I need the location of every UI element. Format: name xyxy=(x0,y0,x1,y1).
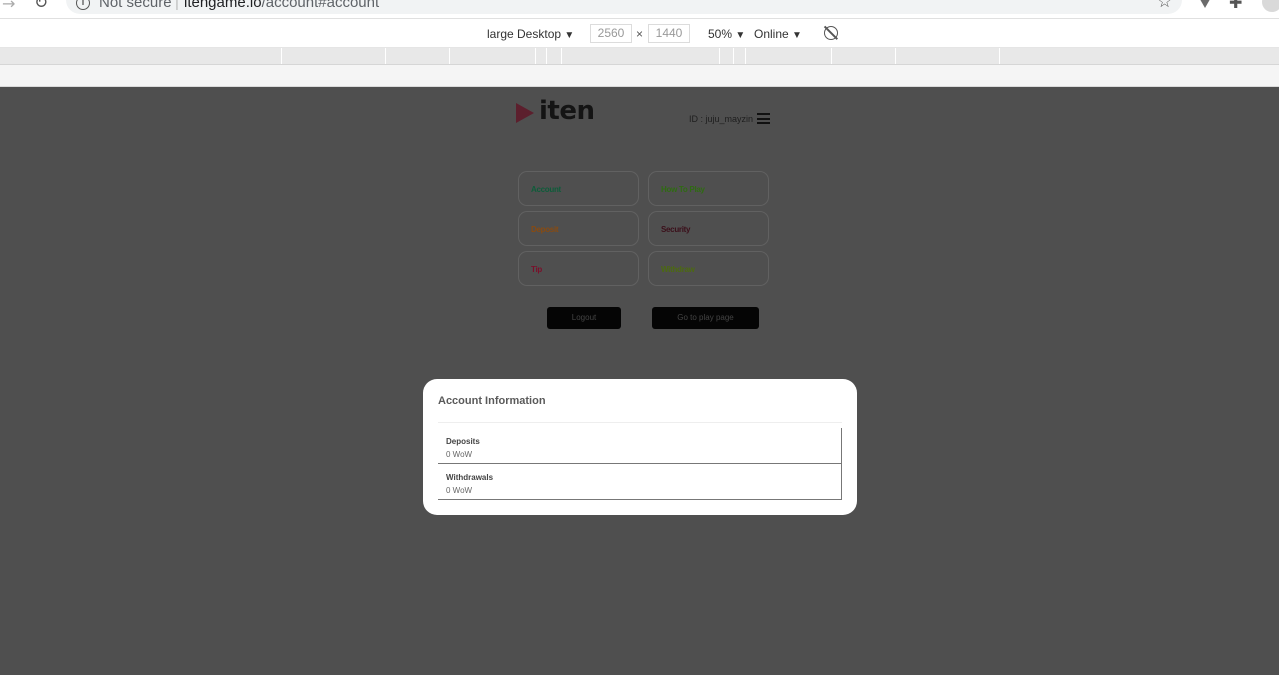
device-label: large Desktop xyxy=(487,27,562,41)
device-select[interactable]: large Desktop ▼ xyxy=(487,27,574,41)
tip-button[interactable]: Tip xyxy=(518,251,639,286)
ruler-divider xyxy=(449,48,450,64)
zoom-label: 50% xyxy=(708,27,733,41)
browser-toolbar: → ↻ i Not secure | itengame.io/account#a… xyxy=(0,0,1279,18)
go-to-play-button[interactable]: Go to play page xyxy=(652,307,759,329)
security-button[interactable]: Security xyxy=(648,211,769,246)
ruler-divider xyxy=(385,48,386,64)
url-separator: | xyxy=(175,0,179,11)
tip-label: Tip xyxy=(531,265,542,274)
bookmark-star-icon[interactable]: ☆ xyxy=(1157,0,1172,12)
ruler-divider xyxy=(561,48,562,64)
chevron-down-icon: ▼ xyxy=(792,30,802,41)
security-label: Not secure xyxy=(99,0,172,11)
account-label: Account xyxy=(531,185,561,194)
logo-text: iten xyxy=(539,96,595,126)
ruler-divider xyxy=(281,48,282,64)
ruler-divider xyxy=(719,48,720,64)
user-id-label: ID : juju_mayzin xyxy=(689,114,754,124)
how-to-play-button[interactable]: How To Play xyxy=(648,171,769,206)
pixel-ruler xyxy=(0,65,1279,87)
times-sign: × xyxy=(636,27,644,41)
back-arrow-icon[interactable]: → xyxy=(2,0,15,13)
deposits-label: Deposits xyxy=(446,437,480,446)
height-input[interactable]: 1440 xyxy=(648,24,690,43)
deposits-row: Deposits 0 WoW xyxy=(438,428,842,464)
media-query-bar[interactable] xyxy=(0,48,1279,65)
rotate-disabled-icon[interactable] xyxy=(824,26,838,40)
account-info-modal: Account Information Deposits 0 WoW Withd… xyxy=(423,379,857,515)
deposit-label: Deposit xyxy=(531,225,559,234)
withdrawals-label: Withdrawals xyxy=(446,473,494,482)
network-label: Online xyxy=(754,27,789,41)
ruler-divider xyxy=(999,48,1000,64)
deposits-value: 0 WoW xyxy=(446,450,473,459)
url-path: /account#account xyxy=(261,0,380,11)
ruler-divider xyxy=(546,48,547,64)
logout-button[interactable]: Logout xyxy=(547,307,621,329)
play-logo-icon xyxy=(516,103,534,123)
network-select[interactable]: Online ▼ xyxy=(754,27,802,41)
device-toolbar: large Desktop ▼ 2560 × 1440 50% ▼ Online… xyxy=(0,18,1279,48)
modal-title: Account Information xyxy=(438,395,546,407)
ruler-divider xyxy=(535,48,536,64)
withdrawals-row: Withdrawals 0 WoW xyxy=(438,464,842,500)
profile-avatar[interactable] xyxy=(1262,0,1279,12)
url-text[interactable]: itengame.io/account#account xyxy=(184,0,379,11)
modal-divider xyxy=(438,422,842,423)
reload-icon[interactable]: ↻ xyxy=(34,0,48,13)
withdraw-label: Withdraw xyxy=(661,265,695,274)
how-to-play-label: How To Play xyxy=(661,185,705,194)
zoom-select[interactable]: 50% ▼ xyxy=(708,27,745,41)
hamburger-menu-icon[interactable] xyxy=(757,113,770,124)
ruler-divider xyxy=(895,48,896,64)
puzzle-extensions-icon[interactable]: ✚ xyxy=(1229,0,1242,12)
width-input[interactable]: 2560 xyxy=(590,24,632,43)
chevron-down-icon: ▼ xyxy=(564,30,575,41)
deposit-button[interactable]: Deposit xyxy=(518,211,639,246)
withdrawals-value: 0 WoW xyxy=(446,486,473,495)
ruler-divider xyxy=(831,48,832,64)
withdraw-button[interactable]: Withdraw xyxy=(648,251,769,286)
ruler-divider xyxy=(733,48,734,64)
security-label-btn: Security xyxy=(661,225,691,234)
account-button[interactable]: Account xyxy=(518,171,639,206)
chevron-down-icon: ▼ xyxy=(735,30,746,41)
extension-icon[interactable] xyxy=(1197,0,1213,8)
url-host: itengame.io xyxy=(184,0,262,11)
page-viewport: iten ID : juju_mayzin Account How To Pla… xyxy=(0,87,1279,675)
ruler-divider xyxy=(745,48,746,64)
